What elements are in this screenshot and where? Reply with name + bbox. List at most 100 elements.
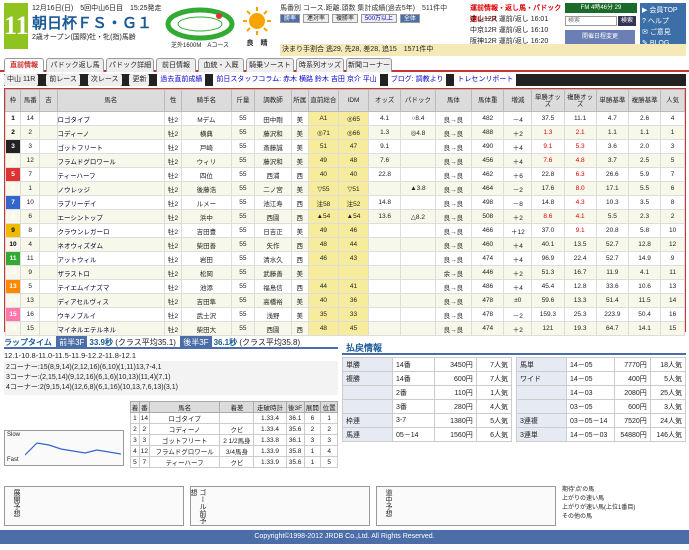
- pace-prediction-box: 展開予想: [4, 486, 184, 526]
- tab-odds-timeline[interactable]: 時系列オッズ: [296, 58, 344, 72]
- column-header[interactable]: 単勝基準: [595, 89, 629, 112]
- column-header[interactable]: 性: [163, 89, 183, 112]
- cell-name[interactable]: ザラストロ: [56, 265, 165, 280]
- tab-jockey[interactable]: 騎乗ソースト: [246, 58, 294, 72]
- table-row[interactable]: 14 13 ディアセルヴィス 牡2 吉田隼 55 高橋裕美 40 36 良→良 478 ±0 59.6 1…: [4, 293, 685, 308]
- cell-name[interactable]: フラムドグロワール: [56, 153, 165, 168]
- stats-link-500[interactable]: 500万以上: [360, 14, 397, 23]
- stats-tab-top2[interactable]: 連対率: [302, 14, 329, 23]
- stats-link-all[interactable]: 全体: [399, 14, 420, 23]
- cell-name[interactable]: ロゴタイプ: [56, 111, 165, 126]
- table-row[interactable]: 11 11 アットウィル 牡2 岩田 55 清水久西 46 43 良→良 474 ＋4 96.9 22.4…: [4, 251, 685, 266]
- cell-name[interactable]: コディーノ: [56, 125, 165, 140]
- column-header[interactable]: 吉: [39, 89, 58, 112]
- stats-tab-win[interactable]: 勝率: [280, 14, 301, 23]
- race-select[interactable]: 中山 11R: [4, 74, 39, 86]
- cell-name[interactable]: ラブリーデイ: [56, 195, 165, 210]
- menu-help[interactable]: ? ヘルプ: [642, 16, 684, 27]
- column-header[interactable]: 馬名: [56, 89, 165, 112]
- stats-tab-top3[interactable]: 複勝率: [331, 14, 358, 23]
- prev-race-button[interactable]: 前レース: [46, 74, 80, 86]
- cell-name[interactable]: ティーハーフ: [56, 167, 165, 182]
- table-row[interactable]: 13 5 テイエムイナズマ 牡2 池添 55 福島信西 44 41 良→良 486 ＋4 45.4 12.…: [4, 279, 685, 294]
- cell-name[interactable]: テイエムイナズマ: [56, 279, 165, 294]
- tab-pedigree[interactable]: 血統・入厩: [198, 58, 244, 72]
- result-cell: 4: [320, 445, 338, 457]
- column-header[interactable]: 馬番: [20, 89, 41, 112]
- column-header[interactable]: パドック: [400, 89, 436, 112]
- cell-name[interactable]: ネオウィズダム: [56, 237, 165, 252]
- cell-sex: 牡2: [163, 181, 183, 196]
- column-header[interactable]: 枠: [4, 89, 22, 112]
- link-blog[interactable]: ブログ: 調教より: [387, 74, 447, 86]
- update-button[interactable]: 更新: [129, 74, 150, 86]
- tab-newspaper[interactable]: 新聞コーナー: [346, 58, 392, 72]
- column-header[interactable]: 馬体重: [471, 89, 505, 112]
- tab-paddock-return[interactable]: パドック返し馬: [46, 58, 104, 72]
- cell-pop: 8: [660, 195, 685, 210]
- cell-body: 良→良: [434, 293, 473, 308]
- link-tresen-report[interactable]: トレセンリポート: [454, 74, 517, 86]
- table-row[interactable]: 8 6 エーシントップ 牡2 浜中 55 西園西 ▲54 ▲54 13.6 △8.2 良→良 508 ＋2…: [4, 209, 685, 224]
- column-header[interactable]: 単勝オッズ: [531, 89, 565, 112]
- table-row[interactable]: 2 2 コディーノ 牡2 横典 55 藤沢和美 ◎71 ◎66 1.3 ◎4.8 良→良 488 ＋2 1.…: [4, 125, 685, 140]
- table-row[interactable]: 3 3 ゴットフリート 牡2 戸崎 55 斎藤誠美 51 47 9.1 良→良 490 ＋4 9.1 5.3…: [4, 139, 685, 154]
- column-header[interactable]: 馬体: [434, 89, 473, 112]
- tab-prev-day[interactable]: 前日情報: [156, 58, 196, 72]
- cell-name[interactable]: ノウレッジ: [56, 181, 165, 196]
- cell-name[interactable]: マイネルエテルネル: [56, 321, 165, 336]
- table-row[interactable]: 12 9 ザラストロ 牡2 松岡 55 武藤善美 余→良 446 ＋2 51.3 16.7 11.9 4.…: [4, 265, 685, 280]
- cell-sex: 牡2: [163, 125, 183, 140]
- table-row[interactable]: 10 4 ネオウィズダム 牡2 柴田善 55 矢作西 48 44 良→良 460 ＋4 40.1 13.5…: [4, 237, 685, 252]
- cell-name[interactable]: クラウンレガーロ: [56, 223, 165, 238]
- column-header[interactable]: 人気: [660, 89, 685, 112]
- link-past-results[interactable]: 過去直前成績: [157, 74, 206, 86]
- cell-name[interactable]: アットウィル: [56, 251, 165, 266]
- cell-jockey: 武士沢: [181, 307, 232, 322]
- cell-name[interactable]: ディアセルヴィス: [56, 293, 165, 308]
- payout-type: 馬連: [342, 427, 393, 442]
- table-row[interactable]: 1 14 ロゴタイプ 牡2 Mデム 55 田中剛美 A1 ◎65 4.1 ○8.4 良→良 482 －4 3…: [4, 111, 685, 126]
- column-header[interactable]: 騎手名: [181, 89, 232, 112]
- column-header[interactable]: 直前総合: [307, 89, 339, 112]
- column-header[interactable]: 調教師: [254, 89, 292, 112]
- corner-positions: 2コーナー:15(8,9,14)(2,12,16)(6,10)(1,11)13,…: [4, 361, 338, 395]
- cell-sogo: 48: [307, 321, 339, 336]
- column-header[interactable]: 複勝基準: [627, 89, 662, 112]
- quick-link-title[interactable]: 運前情報・返し馬・パドック速レース: [470, 3, 562, 23]
- column-header[interactable]: 所属: [290, 89, 309, 112]
- next-race-button[interactable]: 次レース: [87, 74, 122, 86]
- table-row[interactable]: 15 16 ウキノプルイ 牡2 武士沢 55 浅野美 35 33 良→良 478 －2 159.3 25.…: [4, 307, 685, 322]
- quick-link-chukyo[interactable]: 中京12R 運前/返し 16:10: [470, 25, 562, 36]
- cell-body: 良→良: [434, 153, 473, 168]
- search-input[interactable]: [565, 16, 617, 26]
- menu-feedback[interactable]: ✉ ご意見: [642, 27, 684, 38]
- payout-type: [342, 385, 393, 400]
- tab-paddock-detail[interactable]: パドック詳細: [106, 58, 154, 72]
- payout-popularity: 24人気: [649, 413, 687, 428]
- cell-kt: 26.6: [595, 167, 629, 182]
- cell-name[interactable]: ゴットフリート: [56, 139, 165, 154]
- schedule-button[interactable]: 開催日程変更: [565, 30, 635, 44]
- search-button[interactable]: 検索: [618, 16, 636, 26]
- payout-combo: 14－05: [566, 357, 615, 372]
- table-row[interactable]: 6 1 ノウレッジ 牡2 後藤浩 55 二ノ宮美 ▽55 ▽51 ▲3.8 良→良 464 －2 17.6…: [4, 181, 685, 196]
- cell-kt: 52.7: [595, 251, 629, 266]
- quick-link-nakayama[interactable]: 中山12R 運前/返し 16:01: [470, 14, 562, 25]
- menu-member-top[interactable]: ▶ 会員TOP: [642, 5, 684, 16]
- column-header[interactable]: オッズ: [368, 89, 402, 112]
- table-row[interactable]: 16 15 マイネルエテルネル 牡2 柴田大 55 西園西 48 45 良→良 474 ＋2 121 19…: [4, 321, 685, 336]
- table-row[interactable]: 4 12 フラムドグロワール 牡2 ウィリ 55 藤沢和美 49 48 7.6 良→良 456 ＋4 7.…: [4, 153, 685, 168]
- column-header[interactable]: 増減: [503, 89, 533, 112]
- cell-tan: 159.3: [531, 307, 565, 322]
- cell-name[interactable]: エーシントップ: [56, 209, 165, 224]
- column-header[interactable]: IDM: [337, 89, 370, 112]
- table-row[interactable]: 9 8 クラウンレガーロ 牡2 吉田豊 55 日吉正美 49 46 良→良 466 ＋12 37.0 9.…: [4, 223, 685, 238]
- tab-direct-info[interactable]: 直前情報: [4, 58, 44, 72]
- column-header[interactable]: 斤量: [230, 89, 256, 112]
- cell-name[interactable]: ウキノプルイ: [56, 307, 165, 322]
- table-row[interactable]: 5 7 ティーハーフ 牡2 四位 55 西浦西 40 40 22.8 良→良 462 ＋6 22.8 6.3…: [4, 167, 685, 182]
- table-row[interactable]: 7 10 ラブリーデイ 牡2 ルメー 55 池江寿西注58 注52 14.8 良→良 498 －8 14…: [4, 195, 685, 210]
- column-header[interactable]: 複勝オッズ: [563, 89, 597, 112]
- link-staff-column[interactable]: 前日スタッフコラム: 赤木 横路 鈴木 吉田 京介 平山: [213, 74, 380, 86]
